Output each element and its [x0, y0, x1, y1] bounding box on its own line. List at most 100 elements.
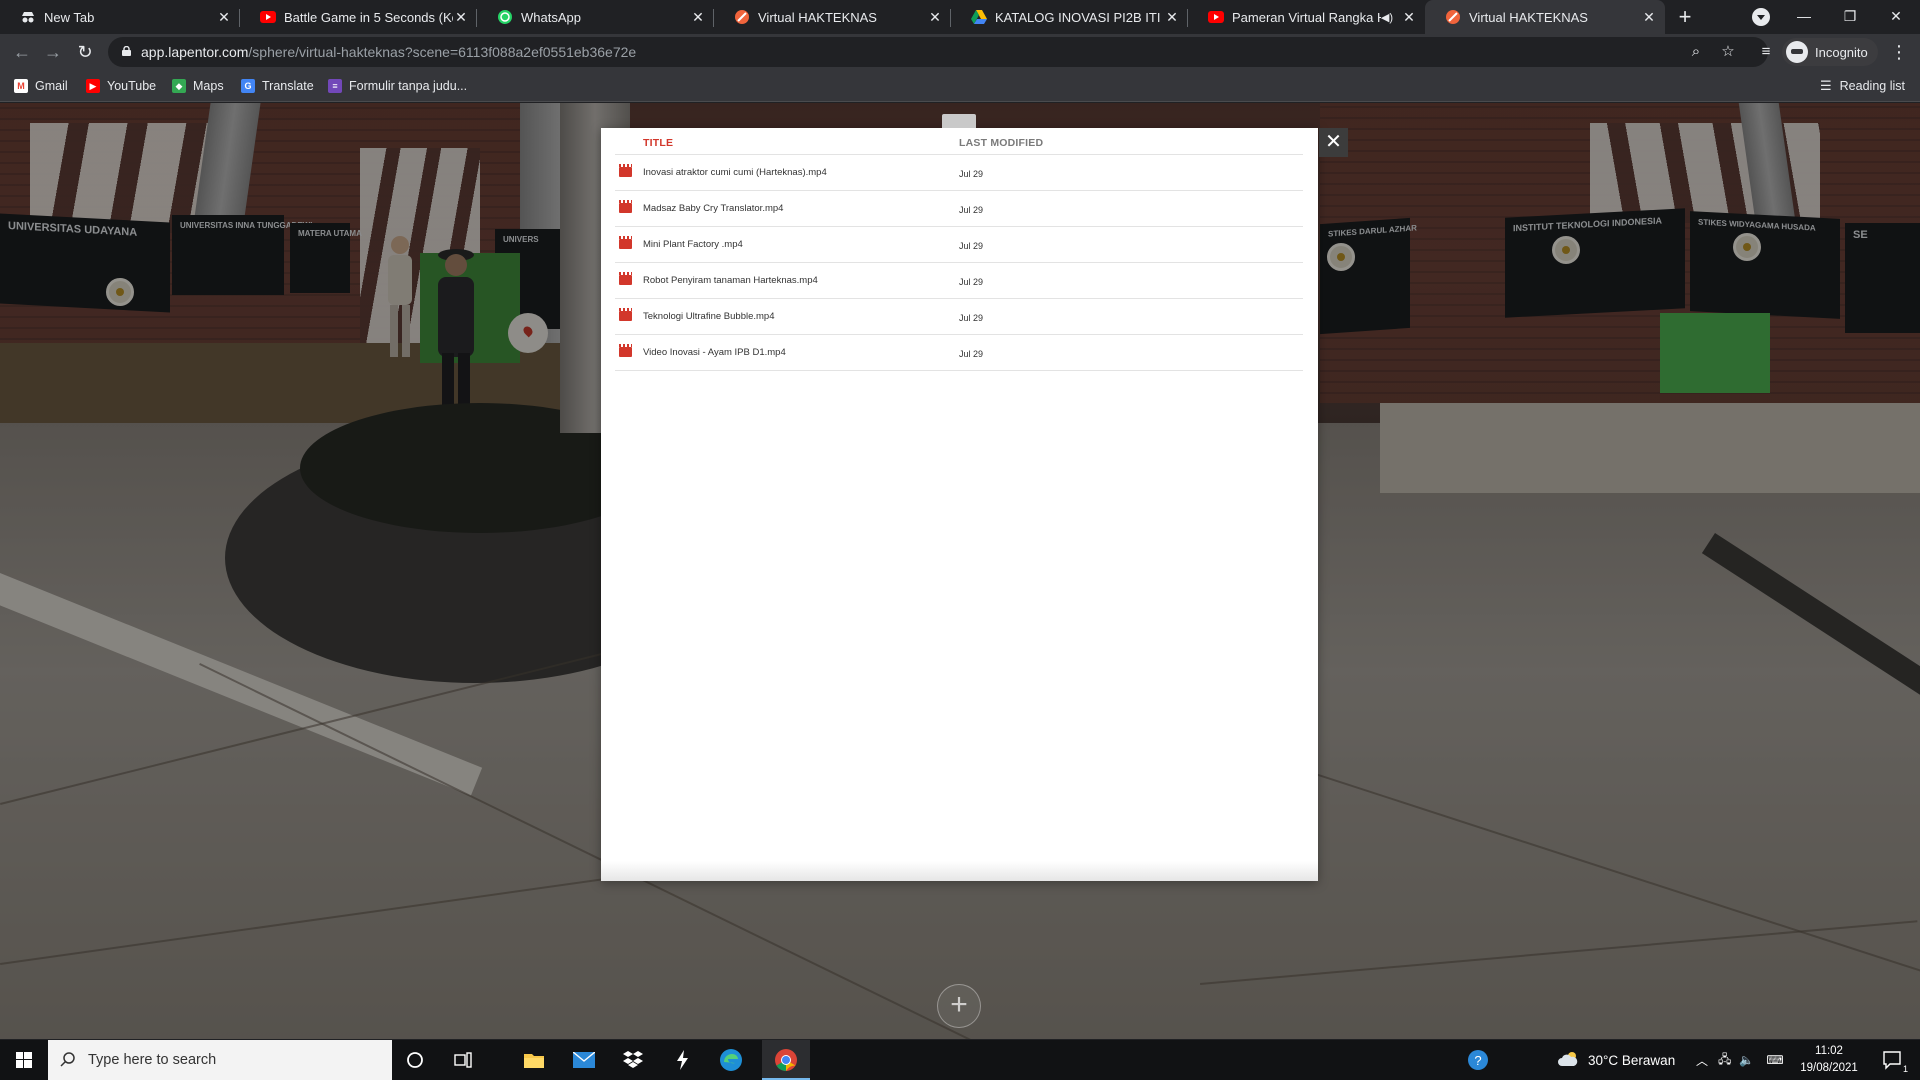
maps-icon: ◆	[172, 79, 186, 93]
close-window-icon[interactable]: ✕	[1873, 0, 1919, 34]
reading-list-label: Reading list	[1839, 79, 1905, 93]
video-file-icon	[619, 200, 632, 213]
zoom-icon[interactable]: ⌕	[1686, 42, 1706, 62]
youtube-icon: ▶	[86, 79, 100, 93]
bookmark-maps[interactable]: ◆ Maps	[172, 76, 224, 96]
close-tab-icon[interactable]: ✕	[1641, 9, 1657, 25]
close-tab-icon[interactable]: ✕	[453, 9, 469, 25]
task-view-icon[interactable]	[449, 1046, 477, 1074]
close-modal-button[interactable]: ✕	[1319, 128, 1348, 157]
youtube-icon	[1208, 9, 1224, 25]
bookmark-label: Translate	[262, 79, 314, 93]
tab-title: Battle Game in 5 Seconds (Keter	[284, 9, 453, 25]
file-row[interactable]: Mini Plant Factory .mp4 Jul 29	[615, 227, 1303, 263]
tab-virtual-hakteknas[interactable]: Virtual HAKTEKNAS ✕	[714, 0, 951, 34]
close-tab-icon[interactable]: ✕	[1164, 9, 1180, 25]
tab-virtual-hakteknas-active[interactable]: Virtual HAKTEKNAS ✕	[1425, 0, 1665, 34]
column-header-last-modified[interactable]: LAST MODIFIED	[959, 137, 1043, 149]
video-file-icon	[619, 344, 632, 357]
bookmarks-bar: M Gmail ▶ YouTube ◆ Maps G Translate ≡ F…	[0, 70, 1920, 102]
minimize-icon[interactable]: —	[1781, 0, 1827, 34]
bookmark-gmail[interactable]: M Gmail	[14, 76, 68, 96]
bookmark-youtube[interactable]: ▶ YouTube	[86, 76, 156, 96]
forward-icon[interactable]: →	[39, 38, 67, 66]
file-row[interactable]: Robot Penyiram tanaman Harteknas.mp4 Jul …	[615, 263, 1303, 299]
tab-whatsapp[interactable]: WhatsApp ✕	[477, 0, 714, 34]
file-name[interactable]: Mini Plant Factory .mp4	[643, 239, 743, 250]
file-name[interactable]: Madsaz Baby Cry Translator.mp4	[643, 203, 783, 214]
file-name[interactable]: Robot Penyiram tanaman Harteknas.mp4	[643, 275, 818, 286]
close-tab-icon[interactable]: ✕	[216, 9, 232, 25]
file-modified-date: Jul 29	[959, 241, 984, 251]
media-control-icon[interactable]: ≡	[1752, 38, 1780, 66]
taskbar-search-box[interactable]: Type here to search	[48, 1040, 392, 1080]
close-tab-icon[interactable]: ✕	[927, 9, 943, 25]
weather-text: 30°C Berawan	[1588, 1052, 1676, 1068]
cortana-icon[interactable]	[401, 1046, 429, 1074]
mail-icon[interactable]	[570, 1046, 598, 1074]
bookmark-label: Formulir tanpa judu...	[349, 79, 468, 93]
bookmark-formulir[interactable]: ≡ Formulir tanpa judu...	[328, 76, 467, 96]
translate-icon: G	[241, 79, 255, 93]
tab-search-icon[interactable]	[1752, 8, 1770, 26]
clock[interactable]: 11:02 19/08/2021	[1786, 1043, 1872, 1077]
lock-icon	[122, 46, 131, 56]
search-icon	[60, 1052, 76, 1068]
incognito-icon	[20, 9, 36, 25]
menu-kebab-icon[interactable]: ⋮	[1885, 38, 1913, 66]
bookmark-star-icon[interactable]: ☆	[1718, 42, 1738, 62]
add-button[interactable]: +	[937, 984, 981, 1028]
weather-widget[interactable]: 30°C Berawan	[1558, 1040, 1675, 1080]
audio-playing-icon[interactable]: ◀)	[1381, 11, 1393, 24]
incognito-avatar-icon	[1786, 41, 1808, 63]
volume-icon[interactable]: 🔈	[1739, 1053, 1754, 1067]
video-file-icon	[619, 236, 632, 249]
address-bar[interactable]: app.lapentor.com/sphere/virtual-haktekna…	[108, 37, 1768, 67]
windows-taskbar: Type here to search ? 30°C Berawan ︿ 🖧 🔈…	[0, 1040, 1920, 1080]
file-list-modal: TITLE LAST MODIFIED Inovasi atraktor cum…	[601, 114, 1318, 881]
file-name[interactable]: Teknologi Ultrafine Bubble.mp4	[643, 311, 775, 322]
tab-new-tab[interactable]: New Tab ✕	[0, 0, 240, 34]
chevron-up-icon[interactable]: ︿	[1696, 1052, 1708, 1069]
column-header-title[interactable]: TITLE	[643, 137, 673, 149]
edge-icon[interactable]	[717, 1046, 745, 1074]
keyboard-icon[interactable]: ⌨	[1766, 1053, 1783, 1067]
dropbox-icon[interactable]	[619, 1046, 647, 1074]
url-text: app.lapentor.com/sphere/virtual-haktekna…	[141, 44, 636, 60]
close-tab-icon[interactable]: ✕	[1401, 9, 1417, 25]
restore-icon[interactable]: ❐	[1827, 0, 1873, 34]
file-explorer-icon[interactable]	[520, 1046, 548, 1074]
tab-pameran-virtual[interactable]: Pameran Virtual Rangka HA ◀) ✕	[1188, 0, 1425, 34]
bookmark-translate[interactable]: G Translate	[241, 76, 314, 96]
file-row[interactable]: Inovasi atraktor cumi cumi (Harteknas).m…	[615, 155, 1303, 191]
url-host: app.lapentor.com	[141, 44, 249, 60]
close-tab-icon[interactable]: ✕	[690, 9, 706, 25]
file-row[interactable]: Teknologi Ultrafine Bubble.mp4 Jul 29	[615, 299, 1303, 335]
reload-icon[interactable]: ↻	[71, 38, 99, 66]
tab-battle-game[interactable]: Battle Game in 5 Seconds (Keter ✕	[240, 0, 477, 34]
youtube-icon	[260, 9, 276, 25]
notification-center-icon[interactable]: 1	[1878, 1046, 1908, 1074]
incognito-profile-button[interactable]: Incognito	[1782, 38, 1878, 66]
file-row[interactable]: Madsaz Baby Cry Translator.mp4 Jul 29	[615, 191, 1303, 227]
tab-title: Pameran Virtual Rangka HA	[1232, 9, 1381, 25]
back-icon[interactable]: ←	[8, 38, 36, 66]
file-row[interactable]: Video Inovasi - Ayam IPB D1.mp4 Jul 29	[615, 335, 1303, 371]
network-icon[interactable]: 🖧	[1718, 1050, 1731, 1071]
modal-handle[interactable]	[942, 114, 976, 128]
profile-label: Incognito	[1815, 44, 1868, 60]
windows-start-button[interactable]	[0, 1040, 48, 1080]
bookmark-label: YouTube	[107, 79, 157, 93]
stylus-app-icon[interactable]	[668, 1046, 696, 1074]
file-modified-date: Jul 29	[959, 205, 984, 215]
chrome-icon[interactable]	[772, 1046, 800, 1074]
new-tab-button[interactable]: +	[1671, 3, 1699, 31]
file-name[interactable]: Video Inovasi - Ayam IPB D1.mp4	[643, 347, 786, 358]
file-table-header: TITLE LAST MODIFIED	[615, 128, 1303, 155]
system-tray[interactable]: ︿ 🖧 🔈 ⌨	[1696, 1040, 1784, 1080]
file-name[interactable]: Inovasi atraktor cumi cumi (Harteknas).m…	[643, 167, 827, 178]
reading-list-button[interactable]: ☰ Reading list	[1820, 76, 1905, 96]
help-icon[interactable]: ?	[1464, 1046, 1492, 1074]
file-modified-date: Jul 29	[959, 277, 984, 287]
tab-katalog-inovasi[interactable]: KATALOG INOVASI PI2B ITI 2021 ✕	[951, 0, 1188, 34]
